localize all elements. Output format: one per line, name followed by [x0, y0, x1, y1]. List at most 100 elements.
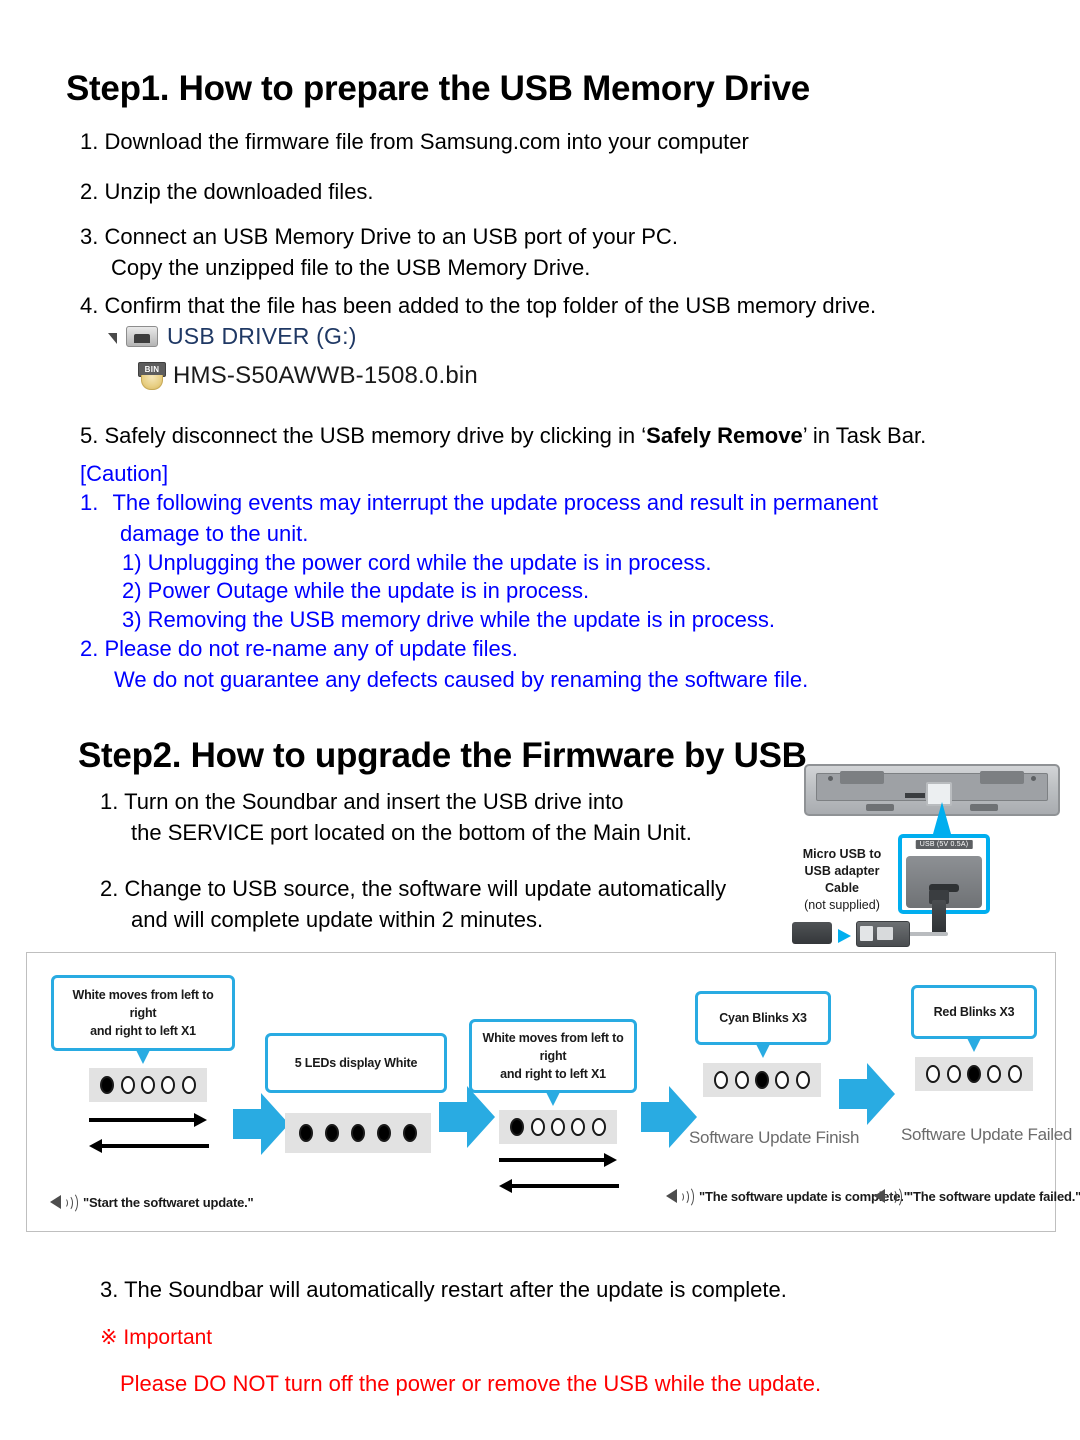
step1-item-4: 4. Confirm that the file has been added … — [80, 290, 876, 321]
flow-stage-1-bubble-line1: White moves from left to right — [72, 988, 214, 1020]
led-3 — [550, 1118, 565, 1136]
flow-stage-2-leds — [285, 1113, 431, 1153]
led-1 — [299, 1124, 313, 1142]
step1-item-1-text: Download the firmware file from Samsung.… — [104, 129, 749, 154]
step1-item-5-number: 5. — [80, 423, 99, 448]
flow-stage-5-voice-text: "The software update failed." — [907, 1188, 1080, 1204]
step1-item-2-text: Unzip the downloaded files. — [104, 179, 374, 204]
flow-stage-4-status: Software Update Finish — [689, 1128, 860, 1147]
step2-item-3-number: 3. — [100, 1277, 119, 1302]
motion-arrow-left-icon — [499, 1179, 619, 1193]
soundbar-vent-right — [980, 771, 1024, 784]
step1-title: Step1. How to prepare the USB Memory Dri… — [66, 69, 810, 109]
caution-sub-1: 1) Unplugging the power cord while the u… — [122, 550, 712, 575]
led-2 — [325, 1124, 339, 1142]
led-3 — [140, 1076, 155, 1094]
step1-item-3: 3. Connect an USB Memory Drive to an USB… — [80, 221, 678, 283]
step1-item-3-number: 3. — [80, 224, 99, 249]
explorer-file-label: HMS-S50AWWB-1508.0.bin — [173, 362, 478, 389]
step2-item-1-number: 1. — [100, 789, 119, 814]
caution-item-1-number: 1. — [80, 490, 99, 515]
flow-stage-5-bubble: Red Blinks X3 — [911, 985, 1037, 1052]
led-5 — [403, 1124, 417, 1142]
step1-item-5: 5. Safely disconnect the USB memory driv… — [80, 420, 926, 451]
step2-item-3-text: The Soundbar will automatically restart … — [124, 1277, 787, 1302]
flow-stage-2-bubble-line1: 5 LEDs display White — [294, 1056, 418, 1070]
led-1 — [926, 1065, 941, 1083]
cable-caption-line2: USB adapter Cable — [804, 864, 880, 895]
bin-file-icon-body — [141, 375, 163, 390]
led-4 — [161, 1076, 176, 1094]
caution-item-1-text-line2: damage to the unit. — [120, 521, 309, 546]
step2-item-1: 1. Turn on the Soundbar and insert the U… — [100, 786, 692, 848]
led-5 — [1007, 1065, 1022, 1083]
step1-item-3-text: Connect an USB Memory Drive to an USB po… — [104, 224, 678, 249]
flow-arrow-1-2-icon — [233, 1093, 289, 1155]
file-explorer-snippet: USB DRIVER (G:) BIN HMS-S50AWWB-1508.0.b… — [108, 318, 528, 398]
flow-stage-5-status: Software Update Failed — [901, 1125, 1073, 1144]
led-4 — [571, 1118, 586, 1136]
step2-item-2: 2. Change to USB source, the software wi… — [100, 873, 726, 935]
caution-item-1: 1. The following events may interrupt th… — [80, 487, 878, 549]
led-2 — [946, 1065, 961, 1083]
explorer-drive-label: USB DRIVER (G:) — [167, 322, 357, 349]
step1-item-2: 2. Unzip the downloaded files. — [80, 176, 374, 207]
step1-item-2-number: 2. — [80, 179, 99, 204]
flow-stage-5-bubble-tail-icon — [966, 1036, 982, 1052]
expander-triangle-icon[interactable] — [108, 332, 117, 344]
flow-stage-1-voice: "Start the softwaret update." — [49, 1191, 254, 1214]
led-3 — [754, 1071, 769, 1089]
soundbar-body — [804, 764, 1060, 816]
flow-stage-4-bubble: Cyan Blinks X3 — [695, 991, 831, 1058]
soundbar-screw-right — [1031, 776, 1036, 781]
flow-stage-3-bubble: White moves from left to right and right… — [469, 1019, 637, 1106]
motion-arrow-right-icon — [89, 1113, 209, 1127]
caution-item-2-text-line2: We do not guarantee any defects caused b… — [114, 667, 809, 692]
led-5 — [795, 1071, 810, 1089]
important-text: Please DO NOT turn off the power or remo… — [120, 1371, 822, 1396]
flow-stage-5-leds — [915, 1057, 1033, 1091]
caution-sub-3: 3) Removing the USB memory drive while t… — [122, 607, 775, 632]
speaker-icon — [873, 1185, 902, 1208]
soundbar-vent-left — [840, 771, 884, 784]
flow-stage-1-leds — [89, 1068, 207, 1102]
callout-pointer-icon — [933, 802, 951, 834]
usb-adapter-connector — [856, 921, 910, 947]
soundbar-service-port-slot — [905, 793, 925, 798]
caution-heading: [Caution] — [80, 461, 169, 486]
safely-remove-emphasis: Safely Remove — [646, 423, 803, 448]
step2-item-3: 3. The Soundbar will automatically resta… — [100, 1274, 787, 1305]
soundbar-foot-left — [866, 804, 894, 811]
usb-drive-connector — [792, 922, 832, 944]
caution-item-2-number: 2. — [80, 636, 99, 661]
important-heading: ※ Important — [100, 1326, 213, 1349]
flow-stage-2-bubble: 5 LEDs display White — [265, 1033, 447, 1093]
step2-item-2-text: Change to USB source, the software will … — [124, 876, 727, 901]
step2-item-1-text: Turn on the Soundbar and insert the USB … — [124, 789, 624, 814]
flow-stage-1-bubble-line2: and right to left X1 — [90, 1024, 196, 1038]
flow-stage-4-bubble-line1: Cyan Blinks X3 — [719, 1011, 807, 1025]
speaker-icon — [665, 1185, 694, 1208]
step1-item-4-text: Confirm that the file has been added to … — [104, 293, 877, 318]
cable-caption: Micro USB to USB adapter Cable (not supp… — [788, 846, 896, 914]
led-4 — [987, 1065, 1002, 1083]
led-3 — [351, 1124, 365, 1142]
bin-file-icon: BIN — [138, 362, 166, 390]
explorer-drive-row[interactable]: USB DRIVER (G:) — [108, 318, 528, 354]
explorer-file-row[interactable]: BIN HMS-S50AWWB-1508.0.bin — [108, 358, 528, 394]
led-5 — [591, 1118, 606, 1136]
micro-usb-plug-stem — [932, 900, 946, 934]
step2-item-2-number: 2. — [100, 876, 119, 901]
step1-item-5-text-pre: Safely disconnect the USB memory drive b… — [104, 423, 647, 448]
soundbar-foot-right — [970, 804, 998, 811]
led-2 — [120, 1076, 135, 1094]
step2-title: Step2. How to upgrade the Firmware by US… — [78, 736, 807, 776]
flow-stage-3-bubble-tail-icon — [545, 1090, 561, 1106]
usb-port-label: USB (5V 0.5A) — [915, 840, 973, 849]
step2-item-2-text-line2: and will complete update within 2 minute… — [131, 907, 544, 932]
led-1 — [510, 1118, 525, 1136]
step1-item-4-number: 4. — [80, 293, 99, 318]
led-2 — [734, 1071, 749, 1089]
firmware-update-instruction-page: Step1. How to prepare the USB Memory Dri… — [0, 0, 1080, 1440]
flow-arrow-2-3-icon — [439, 1086, 495, 1148]
